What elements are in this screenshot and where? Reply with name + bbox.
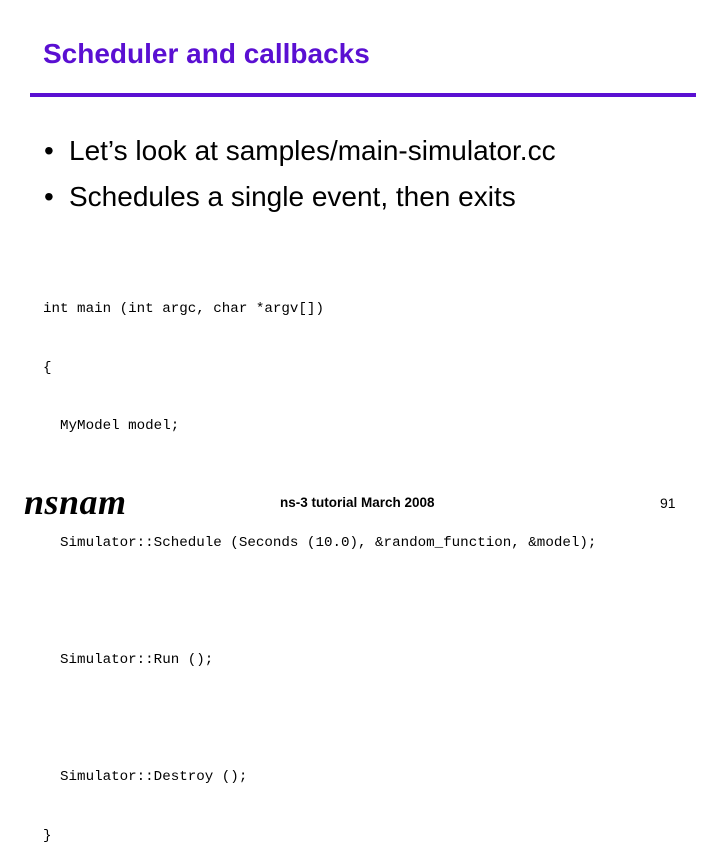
nsnam-logo: nsnam (24, 482, 127, 522)
bullet-item: • Let’s look at samples/main-simulator.c… (44, 133, 556, 179)
bullet-marker: • (44, 135, 54, 166)
bullet-text: Schedules a single event, then exits (69, 181, 516, 212)
bullet-marker: • (44, 181, 54, 212)
code-line: Simulator::Schedule (Seconds (10.0), &ra… (43, 535, 597, 551)
bullet-item: • Schedules a single event, then exits (44, 179, 556, 225)
code-line: Simulator::Destroy (); (43, 769, 248, 785)
code-line: MyModel model; (43, 418, 180, 434)
footer-text: ns-3 tutorial March 2008 (280, 495, 435, 510)
title-divider (30, 93, 696, 97)
code-block: int main (int argc, char *argv[]) { MyMo… (43, 261, 596, 866)
slide-title: Scheduler and callbacks (43, 38, 370, 69)
bullet-list: • Let’s look at samples/main-simulator.c… (44, 133, 556, 225)
code-line: Simulator::Run (); (43, 652, 214, 668)
code-line: int main (int argc, char *argv[]) (43, 301, 324, 317)
page-number: 91 (660, 495, 676, 511)
code-line: } (43, 827, 52, 844)
bullet-text: Let’s look at samples/main-simulator.cc (69, 135, 556, 166)
code-line: { (43, 359, 52, 376)
